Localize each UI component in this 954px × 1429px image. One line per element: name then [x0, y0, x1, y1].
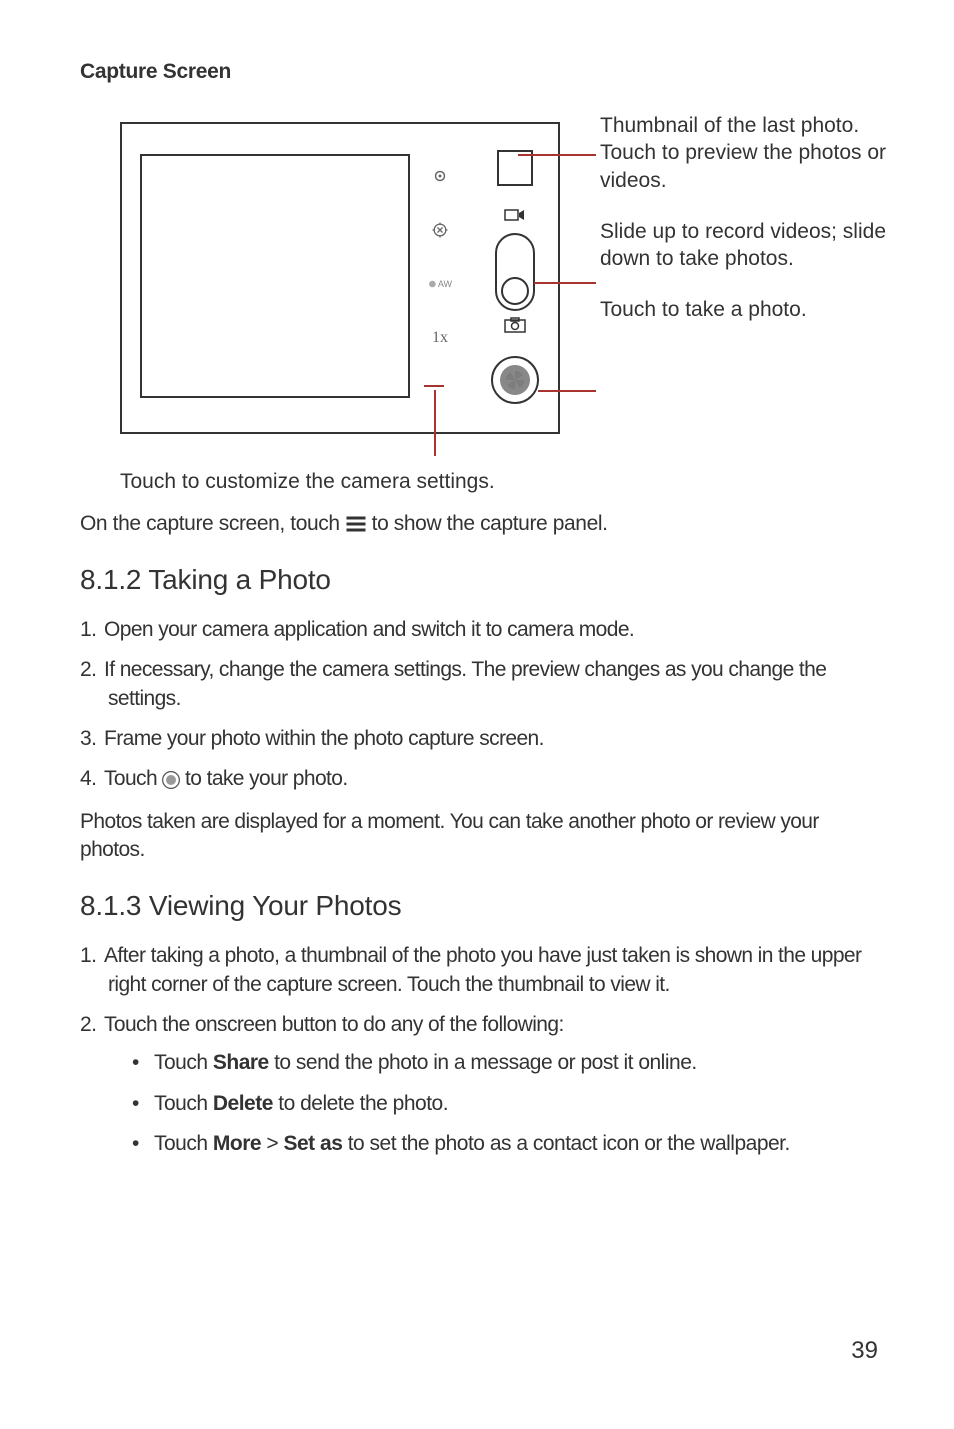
mode-slider[interactable]: [495, 233, 535, 311]
shutter-inline-icon: [161, 770, 181, 790]
step-1: 1.Open your camera application and switc…: [80, 616, 882, 644]
callout-slider: Slide up to record videos; slide down to…: [600, 218, 910, 273]
callout-settings: Touch to customize the camera settings.: [120, 470, 882, 494]
leader-line: [434, 390, 436, 456]
menu-icon: [346, 516, 366, 532]
diagram-callouts: Thumbnail of the last photo. Touch to pr…: [600, 112, 910, 348]
view-step-1: 1.After taking a photo, a thumbnail of t…: [80, 942, 882, 999]
leader-line: [518, 154, 596, 156]
step-3: 3.Frame your photo within the photo capt…: [80, 725, 882, 753]
panel-instruction: On the capture screen, touch to show the…: [80, 512, 882, 536]
callout-shutter: Touch to take a photo.: [600, 296, 910, 323]
settings-column: AW 1x: [420, 164, 460, 350]
step-4-pre: Touch: [104, 765, 157, 793]
capture-screen-diagram: AW 1x: [120, 112, 910, 462]
page-number: 39: [851, 1337, 878, 1365]
panel-instruction-post: to show the capture panel.: [372, 512, 608, 536]
right-control-column: [482, 142, 548, 404]
zoom-label: 1x: [428, 326, 452, 350]
screen-outer-frame: AW 1x: [120, 122, 560, 434]
viewfinder-frame: [140, 154, 410, 398]
step-2: 2.If necessary, change the camera settin…: [80, 656, 882, 713]
view-step-2: 2.Touch the onscreen button to do any of…: [80, 1011, 882, 1158]
section-8-1-3-title: 8.1.3 Viewing Your Photos: [80, 890, 882, 922]
leader-line: [538, 390, 596, 392]
leader-line: [534, 282, 596, 284]
white-balance-icon: AW: [428, 272, 452, 296]
option-delete: Touch Delete to delete the photo.: [160, 1090, 882, 1118]
section-8-1-2-title: 8.1.2 Taking a Photo: [80, 564, 882, 596]
callout-thumbnail: Thumbnail of the last photo. Touch to pr…: [600, 112, 910, 194]
option-more-setas: Touch More > Set as to set the photo as …: [160, 1130, 882, 1158]
taking-photo-note: Photos taken are displayed for a moment.…: [80, 808, 882, 865]
taking-photo-steps: 1.Open your camera application and switc…: [80, 616, 882, 794]
panel-instruction-pre: On the capture screen, touch: [80, 512, 340, 536]
step-4: 4. Touch to take your photo.: [80, 765, 882, 793]
gps-icon: [428, 164, 452, 188]
leader-line: [424, 385, 444, 387]
option-share: Touch Share to send the photo in a messa…: [160, 1049, 882, 1077]
view-step-2-options: Touch Share to send the photo in a messa…: [160, 1049, 882, 1158]
mode-slider-knob[interactable]: [501, 277, 529, 305]
shutter-icon: [500, 365, 530, 395]
flash-icon: [428, 218, 452, 242]
section-heading: Capture Screen: [80, 60, 882, 84]
viewing-photos-steps: 1.After taking a photo, a thumbnail of t…: [80, 942, 882, 1158]
step-4-post: to take your photo.: [185, 765, 348, 793]
camera-icon: [504, 317, 526, 338]
shutter-button[interactable]: [491, 356, 539, 404]
video-icon: [504, 208, 526, 227]
